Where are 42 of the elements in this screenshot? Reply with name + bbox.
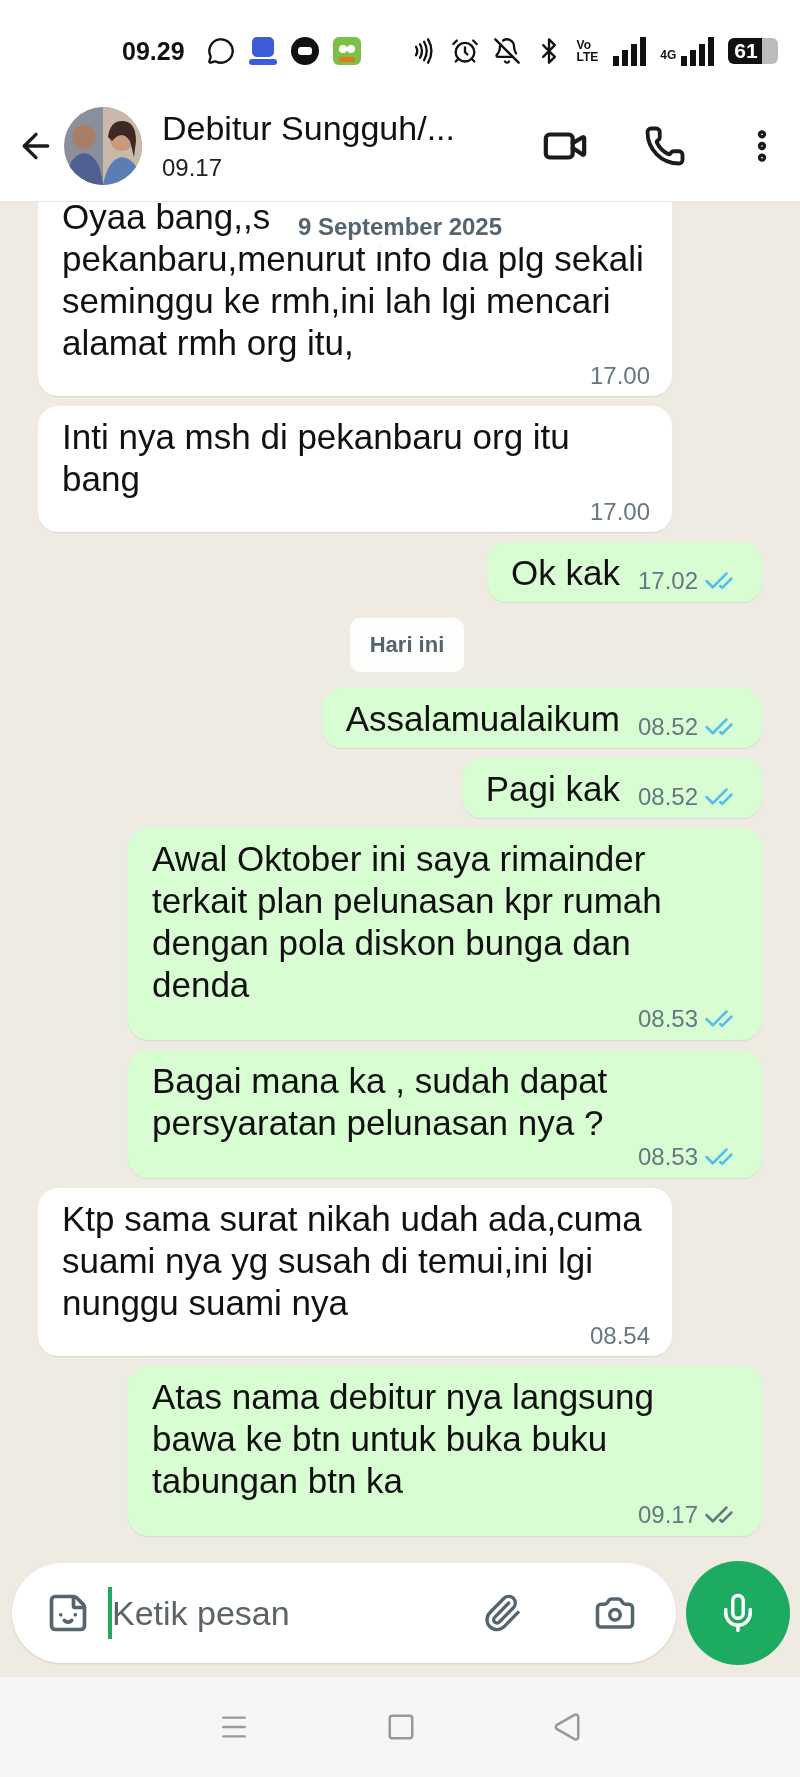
text-cursor [108, 1587, 112, 1639]
message-time: 08.54 [589, 1322, 650, 1350]
signal-icon [612, 36, 647, 66]
message-text: Ktp sama surat nikah udah ada,cuma suami nya yg susah di temui,ini lgi nunggu suami nya [62, 1198, 643, 1324]
message-text: Awal Oktober ini saya rimainder terkait plan pelunasan kpr rumah dengan pola diskon bunga dan denda [152, 838, 663, 1006]
message-text: Inti nya msh di pekanbaru org itu bang [62, 416, 571, 500]
last-seen-time: 09.17 [162, 154, 224, 182]
bell-off-icon [492, 37, 521, 65]
message-time: 08.52 [637, 783, 698, 811]
message-time: 17.02 [637, 567, 698, 595]
app-icon [332, 37, 361, 65]
message-time: 08.53 [637, 1005, 698, 1033]
voice-call-button[interactable] [644, 124, 686, 167]
message-time: 09.17 [637, 1501, 698, 1529]
message-text: Atas nama debitur nya langsung bawa ke btn untuk buka buku tabungan btn ka [152, 1376, 655, 1502]
message-text: Pagi kak [485, 768, 620, 810]
message-line: Oyaa bang,,s [62, 202, 271, 238]
message-line: alamat rmh org itu, [62, 322, 354, 364]
message-time: 17.00 [589, 498, 650, 526]
message-text: Bagai mana ka , sudah dapat persyaratan pelunasan nya ? [152, 1060, 609, 1144]
attach-icon[interactable] [482, 1593, 522, 1633]
app-icon [248, 36, 277, 66]
message-time: 17.00 [589, 362, 650, 390]
message-input[interactable]: Ketik pesan [112, 1593, 464, 1633]
phone-icon [644, 124, 686, 167]
message-time: 08.52 [637, 713, 698, 741]
home-icon[interactable] [386, 1712, 416, 1742]
status-time: 09.29 [122, 36, 185, 66]
contact-name[interactable]: Debitur Sungguh/... [162, 109, 542, 148]
message-time: 08.53 [637, 1143, 698, 1171]
network-label: 4G [660, 48, 677, 62]
battery-indicator: 61 [728, 38, 762, 64]
volte-label: Vo [576, 39, 592, 51]
back-icon[interactable] [552, 1712, 582, 1742]
app-icon [290, 37, 319, 65]
message-text: Ok kak [511, 552, 620, 594]
alarm-clock-icon [450, 37, 479, 65]
volte-label: LTE [576, 51, 599, 63]
message-line: seminggu ke rmh,ini lah lgi mencari [62, 280, 611, 322]
signal-icon [680, 36, 715, 66]
message-text: Assalamualaikum [345, 698, 620, 740]
chat-bubble-icon [206, 37, 235, 65]
